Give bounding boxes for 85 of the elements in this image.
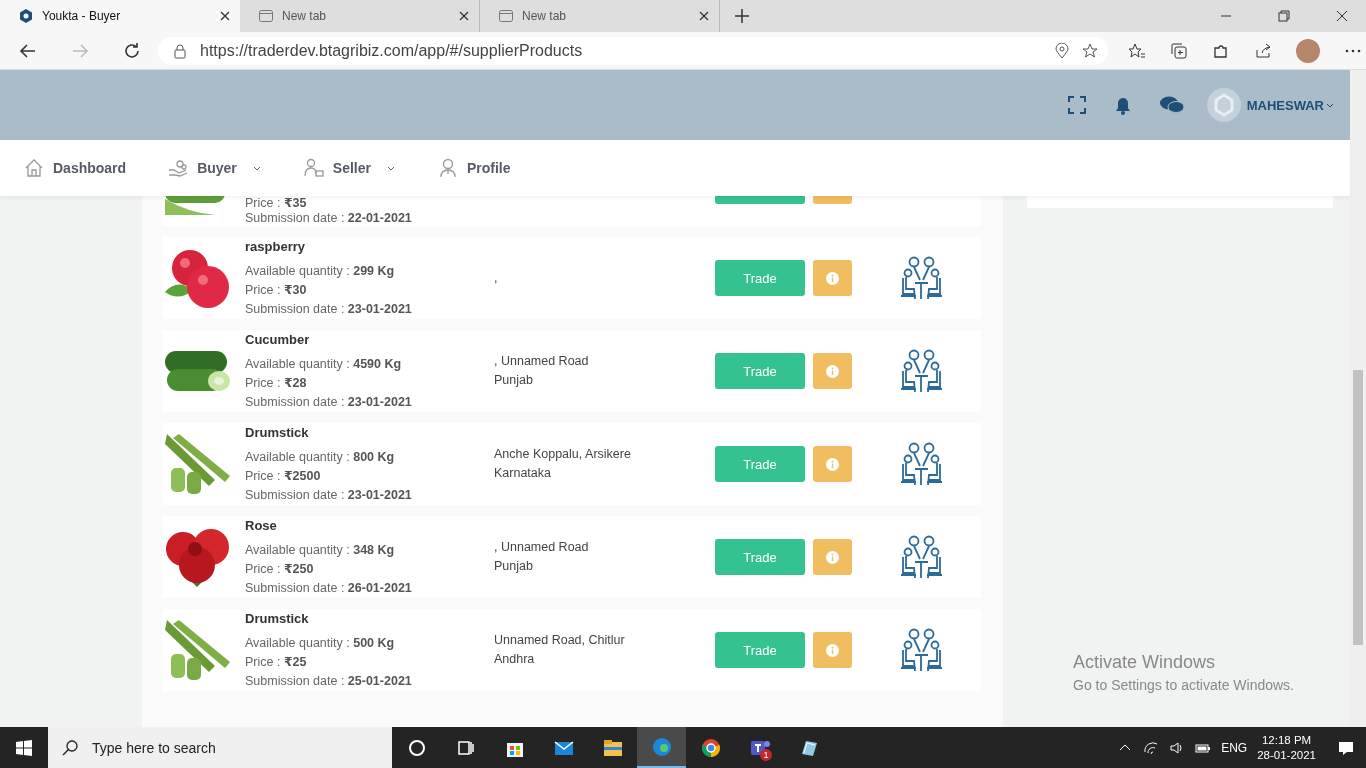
search-icon <box>62 739 78 756</box>
address-text: Andhra <box>494 651 536 668</box>
refresh-icon[interactable] <box>123 41 141 60</box>
date-text: Submission date : 23-01-2021 <box>245 487 413 504</box>
address-text: Unnamed Road, Chitlur <box>494 632 626 649</box>
clock[interactable]: 12:18 PM 28-01-2021 <box>1257 732 1316 763</box>
address-text: , <box>494 269 499 287</box>
people-at-table-icon <box>898 441 945 487</box>
product-name: raspberry <box>245 238 306 256</box>
restore-icon[interactable] <box>1278 10 1290 22</box>
people-at-table-icon <box>898 627 945 673</box>
page-icon <box>258 8 274 24</box>
quantity-text: Available quantity : 299 Kg <box>245 263 396 280</box>
search-field[interactable]: Type here to search <box>48 727 392 768</box>
quantity-text: Available quantity : 4590 Kg <box>245 356 403 373</box>
taskbar-app[interactable]: 1 <box>735 727 784 768</box>
address-bar[interactable]: https://traderdev.btagribiz.com/app/#/supplierProducts <box>158 36 1108 65</box>
product-name: Cucumber <box>245 331 311 349</box>
address-text: , Unnamed Road <box>494 353 590 370</box>
lock-icon <box>172 42 188 59</box>
price-text: Price : ₹25 <box>245 654 308 671</box>
address-text: Karnataka <box>494 465 552 482</box>
back-icon[interactable] <box>19 41 37 60</box>
windows-icon <box>16 739 32 756</box>
price-text: Price : ₹28 <box>245 375 308 392</box>
nav-item[interactable]: Dashboard <box>24 158 127 178</box>
price-text: Price : ₹35 <box>245 196 308 211</box>
seller-icon <box>303 158 324 178</box>
collections-icon[interactable] <box>1170 41 1188 60</box>
add-favorite-icon[interactable] <box>1082 42 1098 59</box>
hand-coins-icon <box>168 158 189 178</box>
address-text: Punjab <box>494 372 534 389</box>
info-icon <box>826 364 839 378</box>
fullscreen-icon[interactable] <box>1066 95 1087 115</box>
nav-item[interactable]: Profile <box>437 158 511 178</box>
profile-avatar[interactable] <box>1296 38 1320 63</box>
browser-tab[interactable]: Youkta - Buyer <box>0 0 240 32</box>
share-icon[interactable] <box>1254 41 1272 60</box>
address-text: , Unnamed Road <box>494 539 590 556</box>
user-icon <box>437 158 458 178</box>
home-icon <box>24 158 44 178</box>
product-name: Rose <box>245 517 278 535</box>
quantity-text: Available quantity : 800 Kg <box>245 449 396 466</box>
nav-item[interactable]: Seller <box>303 158 396 178</box>
close-icon[interactable] <box>459 11 469 21</box>
page-icon <box>498 8 514 24</box>
info-icon <box>826 643 839 657</box>
date-text: Submission date : 23-01-2021 <box>245 301 413 318</box>
price-text: Price : ₹30 <box>245 282 308 299</box>
user-menu[interactable]: MAHESWAR <box>1246 97 1334 113</box>
nav-item[interactable]: Buyer <box>168 158 262 178</box>
info-icon <box>826 550 839 564</box>
info-icon <box>826 457 839 471</box>
info-icon <box>826 271 839 285</box>
close-icon[interactable] <box>220 11 230 21</box>
date-text: Submission date : 25-01-2021 <box>245 673 413 690</box>
price-text: Price : ₹2500 <box>245 468 322 485</box>
date-text: Submission date : 22-01-2021 <box>245 211 413 226</box>
logo-icon <box>1206 88 1241 122</box>
activation-text: Go to Settings to activate Windows. <box>1073 677 1294 693</box>
people-at-table-icon <box>898 348 945 394</box>
hexagon-icon <box>18 8 34 24</box>
people-at-table-icon <box>898 255 945 301</box>
address-text: Punjab <box>494 558 534 575</box>
product-name: Drumstick <box>245 424 310 442</box>
language-indicator[interactable]: ENG <box>1221 740 1248 755</box>
quantity-text: Available quantity : 348 Kg <box>245 542 396 559</box>
notifications-icon[interactable] <box>1338 739 1354 756</box>
close-icon[interactable] <box>699 11 709 21</box>
new-tab-icon[interactable] <box>734 8 750 24</box>
address-text: Anche Koppalu, Arsikere <box>494 446 632 463</box>
people-at-table-icon <box>898 534 945 580</box>
date-text: Submission date : 23-01-2021 <box>245 394 413 411</box>
location-icon[interactable] <box>1054 42 1070 59</box>
wifi-icon[interactable] <box>1143 739 1160 756</box>
activation-title: Activate Windows <box>1073 652 1217 673</box>
chat-icon[interactable] <box>1158 95 1185 115</box>
quantity-text: Available quantity : 500 Kg <box>245 635 396 652</box>
close-icon[interactable] <box>1336 10 1348 22</box>
chevron-down-icon <box>1326 101 1334 109</box>
favorites-icon[interactable] <box>1128 41 1146 60</box>
date-text: Submission date : 26-01-2021 <box>245 580 413 597</box>
product-name: Drumstick <box>245 610 310 628</box>
notification-badge: 1 <box>760 749 772 761</box>
price-text: Price : ₹250 <box>245 561 315 578</box>
